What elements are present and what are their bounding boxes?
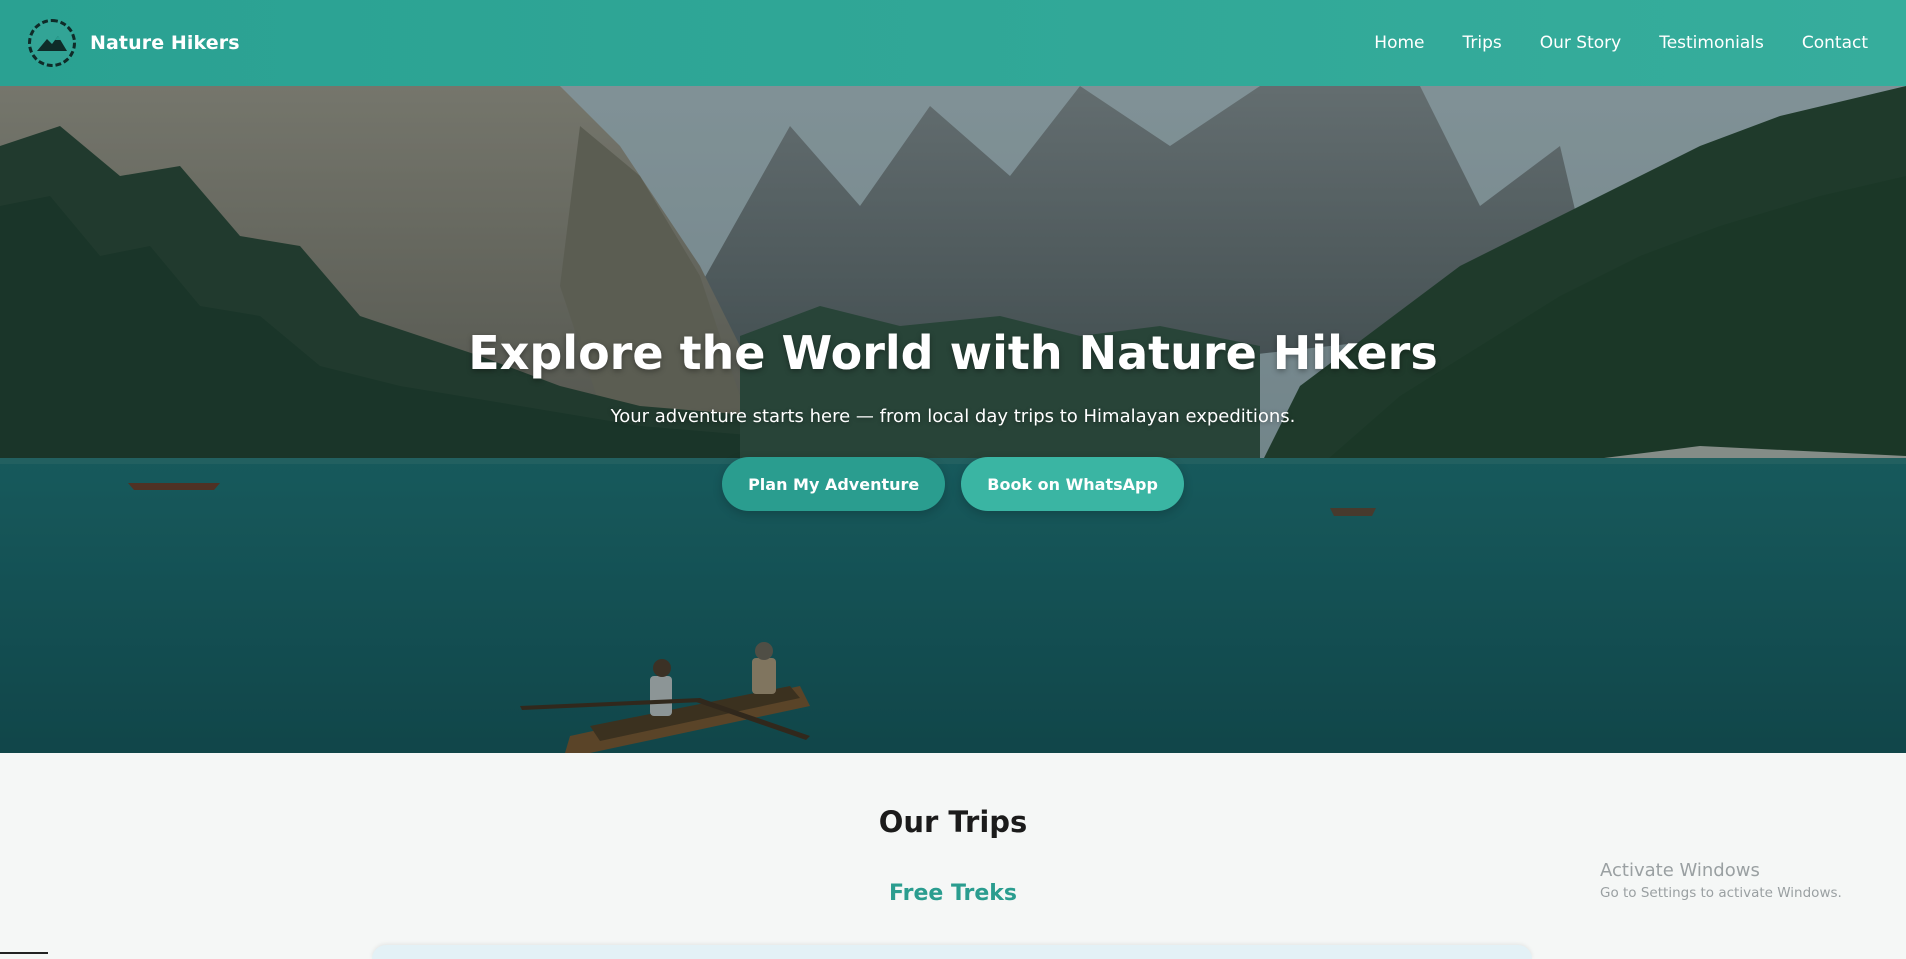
section-title: Our Trips	[878, 805, 1028, 839]
trip-card[interactable]	[372, 945, 1532, 959]
mountain-circle-logo-icon	[28, 19, 76, 67]
nav-link-our-story[interactable]: Our Story	[1540, 33, 1621, 53]
hero-buttons: Plan My Adventure Book on WhatsApp	[722, 457, 1184, 511]
hero-content: Explore the World with Nature Hikers You…	[0, 86, 1906, 753]
nav-links: Home Trips Our Story Testimonials Contac…	[1374, 33, 1868, 53]
navbar: Nature Hikers Home Trips Our Story Testi…	[0, 0, 1906, 86]
watermark-subtitle: Go to Settings to activate Windows.	[1600, 885, 1842, 901]
hero-subtitle: Your adventure starts here — from local …	[610, 406, 1296, 427]
nav-link-contact[interactable]: Contact	[1802, 33, 1868, 53]
nav-link-testimonials[interactable]: Testimonials	[1659, 33, 1764, 53]
hero-title: Explore the World with Nature Hikers	[468, 326, 1438, 380]
trips-section: Our Trips Free Treks	[0, 753, 1906, 959]
brand[interactable]: Nature Hikers	[28, 19, 240, 67]
hero-section: Explore the World with Nature Hikers You…	[0, 86, 1906, 753]
activate-windows-watermark: Activate Windows Go to Settings to activ…	[1600, 860, 1842, 901]
nav-link-home[interactable]: Home	[1374, 33, 1424, 53]
brand-name: Nature Hikers	[90, 32, 240, 54]
nav-link-trips[interactable]: Trips	[1462, 33, 1501, 53]
watermark-title: Activate Windows	[1600, 860, 1760, 881]
plan-my-adventure-button[interactable]: Plan My Adventure	[722, 457, 946, 511]
book-on-whatsapp-button[interactable]: Book on WhatsApp	[961, 457, 1184, 511]
